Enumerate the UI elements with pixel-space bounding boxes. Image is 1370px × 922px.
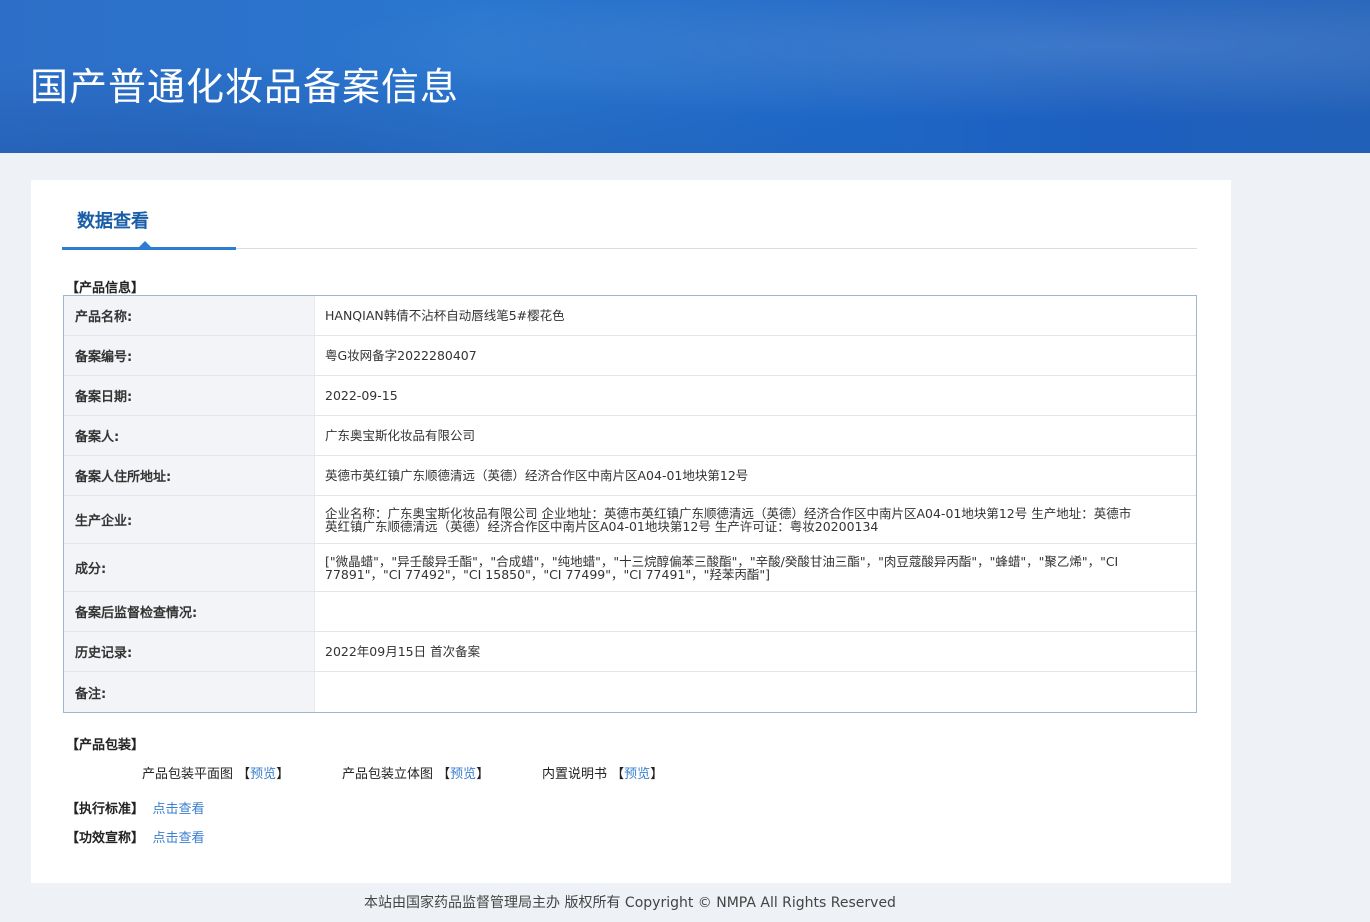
table-row: 备注: [64, 672, 1196, 712]
page-title: 国产普通化妆品备案信息 [30, 65, 460, 109]
table-row: 历史记录: 2022年09月15日 首次备案 [64, 632, 1196, 672]
row-label: 备案日期: [64, 376, 314, 415]
bracket-close: 】 [276, 767, 290, 782]
bracket-close: 】 [650, 767, 664, 782]
table-row: 备案人: 广东奥宝斯化妆品有限公司 [64, 416, 1196, 456]
row-value: 广东奥宝斯化妆品有限公司 [314, 416, 1196, 455]
row-label: 备案人: [64, 416, 314, 455]
standard-heading: 【执行标准】 [66, 802, 145, 817]
table-row: 产品名称: HANQIAN韩倩不沾杯自动唇线笔5#樱花色 [64, 296, 1196, 336]
table-row: 生产企业: 企业名称：广东奥宝斯化妆品有限公司 企业地址：英德市英红镇广东顺德清… [64, 496, 1196, 544]
packaging-item-manual: 内置说明书 【预览】 [542, 763, 663, 782]
standard-section: 【执行标准】 点击查看 [66, 798, 205, 817]
row-value: 粤G妆网备字2022280407 [314, 336, 1196, 375]
tab-active-underline [62, 247, 236, 250]
row-label: 备注: [64, 672, 314, 712]
preview-link[interactable]: 预览 [450, 767, 476, 782]
tab-caret-icon [139, 241, 151, 247]
table-row: 备案后监督检查情况: [64, 592, 1196, 632]
row-label: 生产企业: [64, 496, 314, 543]
preview-link[interactable]: 预览 [624, 767, 650, 782]
row-label: 成分: [64, 544, 314, 591]
packaging-item-label: 内置说明书 [542, 767, 608, 782]
bracket-close: 】 [476, 767, 490, 782]
table-row: 备案编号: 粤G妆网备字2022280407 [64, 336, 1196, 376]
table-row: 备案人住所地址: 英德市英红镇广东顺德清远（英德）经济合作区中南片区A04-01… [64, 456, 1196, 496]
packaging-item-label: 产品包装立体图 [342, 767, 434, 782]
header-banner: 国产普通化妆品备案信息 [0, 0, 1370, 153]
row-value: 2022-09-15 [314, 376, 1196, 415]
bracket-open: 【 [237, 767, 251, 782]
tab-data-view[interactable]: 数据查看 [77, 207, 149, 233]
row-label: 备案编号: [64, 336, 314, 375]
row-value: 2022年09月15日 首次备案 [314, 632, 1196, 671]
table-row: 备案日期: 2022-09-15 [64, 376, 1196, 416]
packaging-item-label: 产品包装平面图 [142, 767, 234, 782]
preview-link[interactable]: 预览 [250, 767, 276, 782]
packaging-item-3d: 产品包装立体图 【预览】 [342, 763, 489, 782]
efficacy-heading: 【功效宣称】 [66, 831, 145, 846]
row-value: 企业名称：广东奥宝斯化妆品有限公司 企业地址：英德市英红镇广东顺德清远（英德）经… [314, 496, 1196, 543]
row-label: 备案后监督检查情况: [64, 592, 314, 631]
row-value [314, 592, 1196, 631]
product-info-heading: 【产品信息】 [66, 281, 145, 296]
row-label: 备案人住所地址: [64, 456, 314, 495]
bracket-open: 【 [437, 767, 451, 782]
table-row: 成分: ["微晶蜡"，"异壬酸异壬酯"，"合成蜡"，"纯地蜡"，"十三烷醇偏苯三… [64, 544, 1196, 592]
row-label: 历史记录: [64, 632, 314, 671]
row-label: 产品名称: [64, 296, 314, 335]
efficacy-section: 【功效宣称】 点击查看 [66, 827, 205, 846]
packaging-item-flat: 产品包装平面图 【预览】 [142, 763, 289, 782]
footer-copyright: 本站由国家药品监督管理局主办 版权所有 Copyright © NMPA All… [364, 895, 896, 911]
packaging-heading: 【产品包装】 [66, 738, 145, 753]
product-info-table: 产品名称: HANQIAN韩倩不沾杯自动唇线笔5#樱花色 备案编号: 粤G妆网备… [63, 295, 1197, 713]
efficacy-view-link[interactable]: 点击查看 [153, 831, 205, 846]
row-value: ["微晶蜡"，"异壬酸异壬酯"，"合成蜡"，"纯地蜡"，"十三烷醇偏苯三酸酯"，… [314, 544, 1196, 591]
row-value [314, 672, 1196, 712]
row-value: 英德市英红镇广东顺德清远（英德）经济合作区中南片区A04-01地块第12号 [314, 456, 1196, 495]
row-value: HANQIAN韩倩不沾杯自动唇线笔5#樱花色 [314, 296, 1196, 335]
bracket-open: 【 [611, 767, 625, 782]
standard-view-link[interactable]: 点击查看 [153, 802, 205, 817]
